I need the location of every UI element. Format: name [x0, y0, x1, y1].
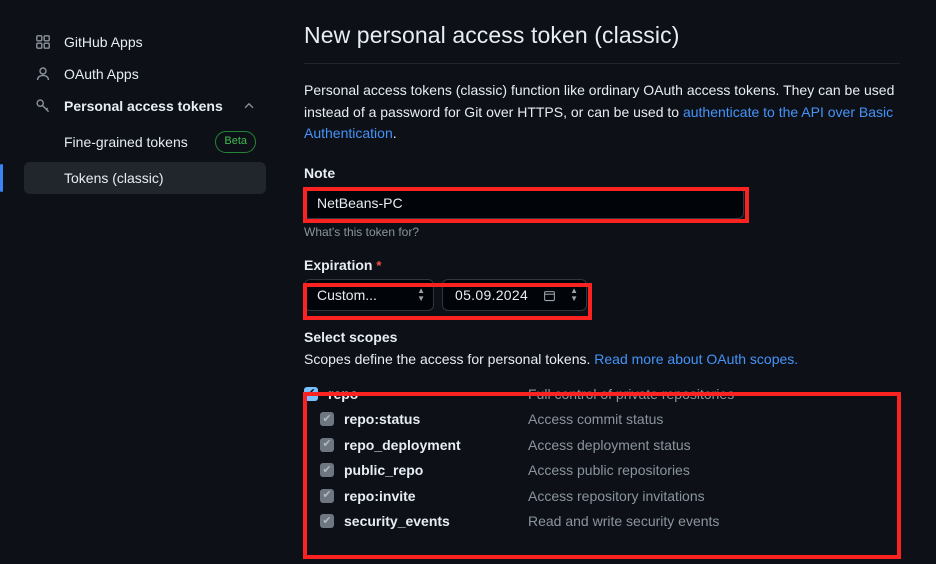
scope-row-public-repo[interactable]: ✔ public_repo Access public repositories — [304, 458, 900, 484]
scopes-section: Select scopes Scopes define the access f… — [304, 329, 900, 534]
select-spinner-icon: ▲ ▼ — [417, 286, 425, 304]
scope-description: Read and write security events — [528, 513, 720, 530]
expiration-label-text: Expiration — [304, 257, 373, 274]
scope-name: repo_deployment — [344, 436, 461, 453]
chevron-up-icon[interactable] — [242, 99, 256, 113]
scopes-title: Select scopes — [304, 329, 398, 346]
scope-description: Access commit status — [528, 411, 664, 428]
sidebar-item-oauth-apps[interactable]: OAuth Apps — [24, 58, 266, 90]
apps-grid-icon — [34, 33, 52, 51]
sidebar-item-tokens-classic[interactable]: Tokens (classic) — [0, 162, 266, 194]
sidebar-item-label: GitHub Apps — [64, 34, 143, 50]
expiration-controls: Custom... ▲ ▼ 05.09.2024 ▲ ▼ — [304, 279, 900, 312]
expiration-select[interactable]: Custom... ▲ ▼ — [304, 279, 434, 312]
page-title: New personal access token (classic) — [304, 22, 680, 48]
sidebar-subitem-label: Tokens (classic) — [64, 170, 164, 186]
checkbox-disabled-checked-icon: ✔ — [320, 488, 334, 503]
checkbox-disabled-checked-icon: ✔ — [320, 437, 334, 452]
scope-name: repo:status — [344, 411, 421, 428]
scope-description: Access repository invitations — [528, 487, 705, 504]
oauth-scopes-link[interactable]: Read more about OAuth scopes. — [594, 351, 798, 367]
sidebar-item-fine-grained-tokens[interactable]: Fine-grained tokens Beta — [24, 126, 266, 158]
checkbox-checked-icon[interactable]: ✔ — [304, 386, 318, 401]
scope-row-repo-deployment[interactable]: ✔ repo_deployment Access deployment stat… — [304, 432, 900, 458]
scope-description: Access deployment status — [528, 436, 691, 453]
intro-text-part2: . — [392, 125, 397, 142]
note-field-group: Note What's this token for? — [304, 165, 900, 239]
scopes-description-text: Scopes define the access for personal to… — [304, 351, 595, 368]
scope-name: security_events — [344, 513, 450, 530]
expiration-date-input[interactable]: 05.09.2024 ▲ ▼ — [442, 279, 587, 312]
note-label: Note — [304, 165, 336, 182]
sidebar-item-personal-access-tokens[interactable]: Personal access tokens — [24, 90, 266, 122]
scope-description: Full control of private repositories — [528, 385, 735, 402]
expiration-select-value: Custom... — [317, 287, 377, 304]
expiration-label: Expiration * — [304, 257, 900, 273]
sidebar-subitem-label: Fine-grained tokens — [64, 134, 188, 150]
scope-row-repo-invite[interactable]: ✔ repo:invite Access repository invitati… — [304, 483, 900, 509]
scope-name: public_repo — [344, 462, 424, 479]
page-root: GitHub Apps OAuth Apps Personal access t… — [0, 0, 936, 564]
calendar-icon[interactable] — [543, 289, 556, 302]
sidebar-item-label: Personal access tokens — [64, 98, 223, 114]
required-asterisk: * — [376, 258, 382, 274]
scope-row-repo[interactable]: ✔ repo Full control of private repositor… — [304, 381, 900, 407]
scope-row-security-events[interactable]: ✔ security_events Read and write securit… — [304, 509, 900, 535]
date-spinner-icon[interactable]: ▲ ▼ — [570, 287, 578, 303]
checkbox-disabled-checked-icon: ✔ — [320, 514, 334, 529]
note-input[interactable] — [304, 187, 744, 220]
beta-badge: Beta — [215, 131, 256, 153]
intro-paragraph: Personal access tokens (classic) functio… — [304, 80, 900, 145]
title-divider — [304, 63, 900, 64]
scope-list: ✔ repo Full control of private repositor… — [304, 381, 900, 534]
scopes-description: Scopes define the access for personal to… — [304, 351, 900, 367]
checkbox-disabled-checked-icon: ✔ — [320, 412, 334, 427]
scope-description: Access public repositories — [528, 462, 690, 479]
sidebar-item-github-apps[interactable]: GitHub Apps — [24, 26, 266, 58]
scope-row-repo-status[interactable]: ✔ repo:status Access commit status — [304, 407, 900, 433]
sidebar-item-label: OAuth Apps — [64, 66, 139, 82]
settings-sidebar: GitHub Apps OAuth Apps Personal access t… — [0, 0, 290, 564]
main-content: New personal access token (classic) Pers… — [290, 0, 936, 564]
scope-name: repo:invite — [344, 487, 416, 504]
checkbox-disabled-checked-icon: ✔ — [320, 463, 334, 478]
expiration-date-value: 05.09.2024 — [455, 287, 529, 304]
expiration-field-group: Expiration * Custom... ▲ ▼ 05.09.2024 ▲ … — [304, 257, 900, 312]
note-hint: What's this token for? — [304, 225, 420, 240]
person-icon — [34, 65, 52, 83]
key-icon — [34, 97, 52, 115]
scope-name: repo — [328, 385, 359, 402]
